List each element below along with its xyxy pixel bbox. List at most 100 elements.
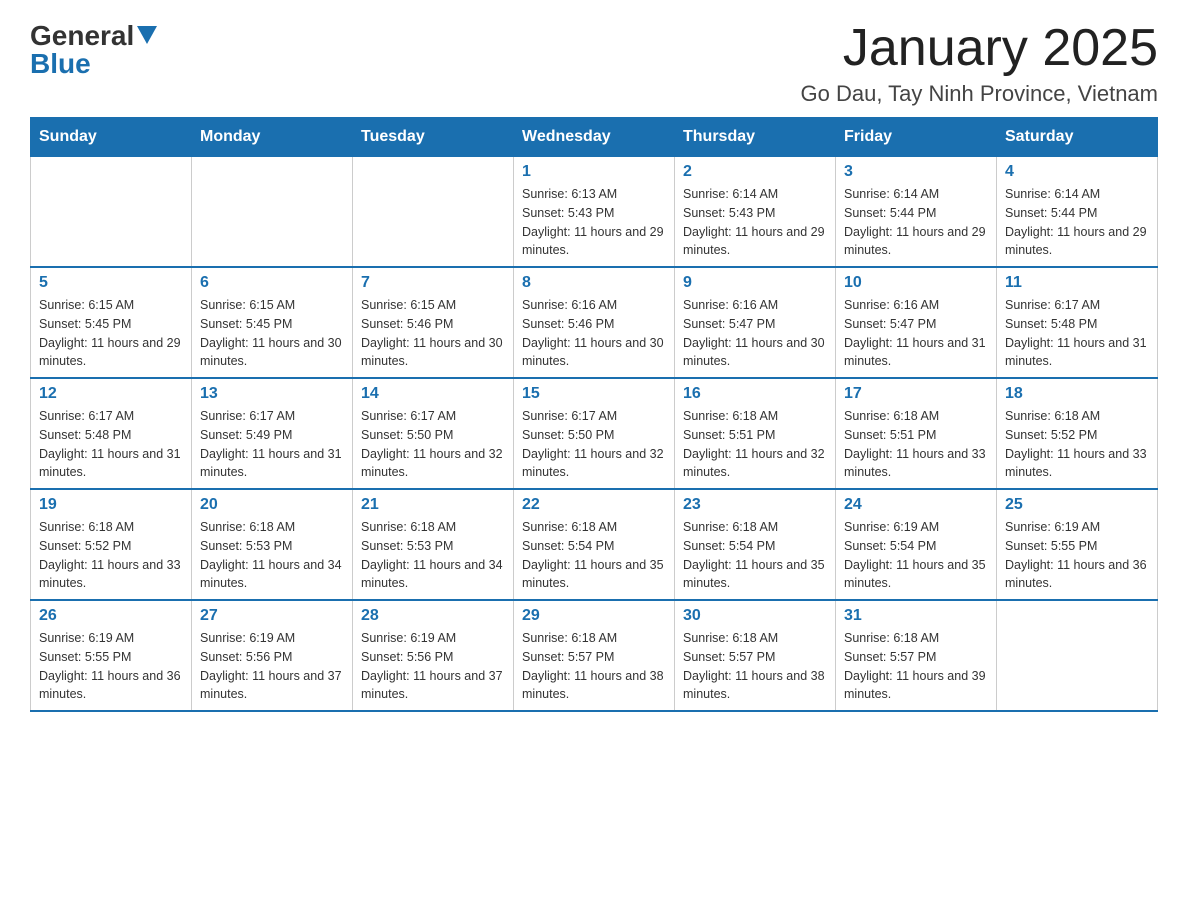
day-info: Sunrise: 6:18 AMSunset: 5:53 PMDaylight:… [200,518,344,593]
day-info: Sunrise: 6:16 AMSunset: 5:47 PMDaylight:… [844,296,988,371]
day-info: Sunrise: 6:18 AMSunset: 5:53 PMDaylight:… [361,518,505,593]
calendar-cell: 20 Sunrise: 6:18 AMSunset: 5:53 PMDayligh… [192,489,353,600]
day-info: Sunrise: 6:17 AMSunset: 5:48 PMDaylight:… [39,407,183,482]
calendar-cell: 8Sunrise: 6:16 AMSunset: 5:46 PMDaylight… [514,267,675,378]
logo: General Blue [30,20,157,80]
calendar-cell: 26Sunrise: 6:19 AMSunset: 5:55 PMDayligh… [31,600,192,711]
day-info: Sunrise: 6:17 AMSunset: 5:50 PMDaylight:… [522,407,666,482]
day-number: 19 [39,496,183,514]
day-info: Sunrise: 6:14 AMSunset: 5:44 PMDaylight:… [844,185,988,260]
day-number: 23 [683,496,827,514]
calendar-cell: 13 Sunrise: 6:17 AMSunset: 5:49 PMDayligh… [192,378,353,489]
calendar-cell [31,157,192,268]
calendar-cell: 28 Sunrise: 6:19 AMSunset: 5:56 PMDayligh… [353,600,514,711]
calendar-cell: 15 Sunrise: 6:17 AMSunset: 5:50 PMDayligh… [514,378,675,489]
day-info: Sunrise: 6:15 AMSunset: 5:45 PMDaylight:… [39,296,183,371]
calendar-cell [997,600,1158,711]
calendar-header-sunday: Sunday [31,118,192,157]
day-number: 18 [1005,385,1149,403]
day-info: Sunrise: 6:18 AMSunset: 5:51 PMDaylight:… [683,407,827,482]
day-number: 7 [361,274,505,292]
calendar-cell: 7Sunrise: 6:15 AMSunset: 5:46 PMDaylight… [353,267,514,378]
day-number: 15 [522,385,666,403]
calendar-cell: 19 Sunrise: 6:18 AMSunset: 5:52 PMDayligh… [31,489,192,600]
calendar-cell: 10 Sunrise: 6:16 AMSunset: 5:47 PMDayligh… [836,267,997,378]
calendar-cell: 9 Sunrise: 6:16 AMSunset: 5:47 PMDaylight… [675,267,836,378]
calendar-cell: 22Sunrise: 6:18 AMSunset: 5:54 PMDayligh… [514,489,675,600]
calendar-cell: 4 Sunrise: 6:14 AMSunset: 5:44 PMDaylight… [997,157,1158,268]
calendar-header-tuesday: Tuesday [353,118,514,157]
calendar-cell: 29 Sunrise: 6:18 AMSunset: 5:57 PMDayligh… [514,600,675,711]
day-info: Sunrise: 6:17 AMSunset: 5:49 PMDaylight:… [200,407,344,482]
day-info: Sunrise: 6:18 AMSunset: 5:57 PMDaylight:… [844,629,988,704]
calendar-cell: 5 Sunrise: 6:15 AMSunset: 5:45 PMDaylight… [31,267,192,378]
day-number: 30 [683,607,827,625]
day-number: 21 [361,496,505,514]
calendar-cell: 16 Sunrise: 6:18 AMSunset: 5:51 PMDayligh… [675,378,836,489]
calendar-header-monday: Monday [192,118,353,157]
day-number: 2 [683,163,827,181]
calendar-week-5: 26Sunrise: 6:19 AMSunset: 5:55 PMDayligh… [31,600,1158,711]
page-title: January 2025 [801,20,1158,77]
day-number: 5 [39,274,183,292]
day-info: Sunrise: 6:19 AMSunset: 5:56 PMDaylight:… [361,629,505,704]
day-info: Sunrise: 6:18 AMSunset: 5:52 PMDaylight:… [39,518,183,593]
calendar-cell: 24 Sunrise: 6:19 AMSunset: 5:54 PMDayligh… [836,489,997,600]
calendar-cell: 14 Sunrise: 6:17 AMSunset: 5:50 PMDayligh… [353,378,514,489]
day-number: 8 [522,274,666,292]
day-number: 17 [844,385,988,403]
day-info: Sunrise: 6:18 AMSunset: 5:51 PMDaylight:… [844,407,988,482]
day-info: Sunrise: 6:17 AMSunset: 5:50 PMDaylight:… [361,407,505,482]
day-number: 16 [683,385,827,403]
day-number: 10 [844,274,988,292]
day-number: 4 [1005,163,1149,181]
day-number: 25 [1005,496,1149,514]
day-number: 29 [522,607,666,625]
calendar-table: SundayMondayTuesdayWednesdayThursdayFrid… [30,117,1158,712]
calendar-cell: 27 Sunrise: 6:19 AMSunset: 5:56 PMDayligh… [192,600,353,711]
calendar-header-thursday: Thursday [675,118,836,157]
calendar-cell: 18 Sunrise: 6:18 AMSunset: 5:52 PMDayligh… [997,378,1158,489]
calendar-header-row: SundayMondayTuesdayWednesdayThursdayFrid… [31,118,1158,157]
calendar-week-3: 12 Sunrise: 6:17 AMSunset: 5:48 PMDayligh… [31,378,1158,489]
calendar-cell: 2 Sunrise: 6:14 AMSunset: 5:43 PMDaylight… [675,157,836,268]
day-number: 27 [200,607,344,625]
day-info: Sunrise: 6:18 AMSunset: 5:52 PMDaylight:… [1005,407,1149,482]
calendar-cell: 12 Sunrise: 6:17 AMSunset: 5:48 PMDayligh… [31,378,192,489]
logo-blue-text: Blue [30,48,91,80]
day-info: Sunrise: 6:19 AMSunset: 5:55 PMDaylight:… [1005,518,1149,593]
day-info: Sunrise: 6:16 AMSunset: 5:47 PMDaylight:… [683,296,827,371]
day-number: 24 [844,496,988,514]
calendar-week-4: 19 Sunrise: 6:18 AMSunset: 5:52 PMDayligh… [31,489,1158,600]
day-number: 14 [361,385,505,403]
title-block: January 2025 Go Dau, Tay Ninh Province, … [801,20,1158,107]
calendar-cell: 11Sunrise: 6:17 AMSunset: 5:48 PMDayligh… [997,267,1158,378]
calendar-cell: 1Sunrise: 6:13 AMSunset: 5:43 PMDaylight… [514,157,675,268]
day-info: Sunrise: 6:19 AMSunset: 5:55 PMDaylight:… [39,629,183,704]
page-header: General Blue January 2025 Go Dau, Tay Ni… [30,20,1158,107]
day-number: 3 [844,163,988,181]
day-number: 1 [522,163,666,181]
day-number: 9 [683,274,827,292]
calendar-header-saturday: Saturday [997,118,1158,157]
calendar-cell: 23Sunrise: 6:18 AMSunset: 5:54 PMDayligh… [675,489,836,600]
day-info: Sunrise: 6:14 AMSunset: 5:44 PMDaylight:… [1005,185,1149,260]
day-info: Sunrise: 6:18 AMSunset: 5:57 PMDaylight:… [522,629,666,704]
calendar-header-friday: Friday [836,118,997,157]
calendar-week-1: 1Sunrise: 6:13 AMSunset: 5:43 PMDaylight… [31,157,1158,268]
day-number: 13 [200,385,344,403]
day-number: 22 [522,496,666,514]
day-number: 28 [361,607,505,625]
logo-arrow-icon [137,26,157,49]
calendar-cell [192,157,353,268]
day-info: Sunrise: 6:14 AMSunset: 5:43 PMDaylight:… [683,185,827,260]
day-number: 20 [200,496,344,514]
calendar-cell: 6Sunrise: 6:15 AMSunset: 5:45 PMDaylight… [192,267,353,378]
calendar-header-wednesday: Wednesday [514,118,675,157]
day-info: Sunrise: 6:19 AMSunset: 5:56 PMDaylight:… [200,629,344,704]
day-number: 12 [39,385,183,403]
day-info: Sunrise: 6:19 AMSunset: 5:54 PMDaylight:… [844,518,988,593]
day-number: 31 [844,607,988,625]
day-info: Sunrise: 6:18 AMSunset: 5:57 PMDaylight:… [683,629,827,704]
calendar-cell: 30 Sunrise: 6:18 AMSunset: 5:57 PMDayligh… [675,600,836,711]
